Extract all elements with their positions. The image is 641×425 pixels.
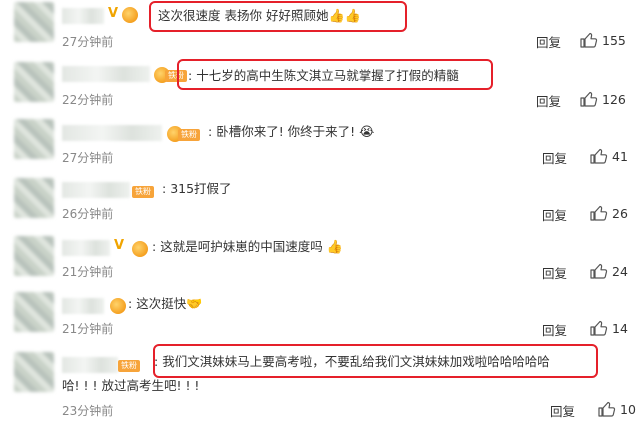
thumbs-up-icon	[598, 401, 616, 417]
handshake-emoji: 🤝	[186, 297, 203, 312]
highlight-box	[177, 59, 493, 90]
comment-text-continued: 哈! ! ! 放过高考生吧! ! !	[62, 378, 200, 393]
comment-text: : 这次挺快🤝	[128, 296, 203, 312]
fan-badge	[122, 7, 140, 23]
thumbs-up-emoji: 👍	[326, 240, 343, 255]
fan-tag: 铁粉	[132, 186, 154, 198]
like-button[interactable]: 24	[590, 263, 628, 279]
thumbs-up-icon	[590, 148, 608, 164]
timestamp: 27分钟前	[62, 151, 114, 165]
fan-badge: 铁粉	[167, 126, 209, 142]
user-name[interactable]	[62, 240, 110, 256]
like-button[interactable]: 126	[580, 91, 626, 107]
like-count: 26	[612, 206, 628, 221]
comment-item: 铁粉 : 卧槽你来了! 你终于来了! 😭 27分钟前 回复 41	[0, 115, 641, 169]
thumbs-up-icon	[580, 91, 598, 107]
reply-button[interactable]: 回复	[542, 148, 567, 167]
timestamp: 21分钟前	[62, 265, 114, 279]
like-count: 126	[602, 92, 626, 107]
reply-button[interactable]: 回复	[542, 320, 567, 339]
avatar[interactable]	[14, 352, 54, 392]
user-name[interactable]	[62, 125, 162, 141]
thumbs-up-icon	[580, 32, 598, 48]
like-count: 24	[612, 264, 628, 279]
reply-button[interactable]: 回复	[536, 91, 561, 110]
like-button[interactable]: 26	[590, 205, 628, 221]
reply-button[interactable]: 回复	[536, 32, 561, 51]
fan-tag: 铁粉	[178, 129, 200, 141]
timestamp: 21分钟前	[62, 322, 114, 336]
avatar[interactable]	[14, 2, 54, 42]
comment-item: 铁粉 : 315打假了 26分钟前 回复 26	[0, 172, 641, 226]
like-count: 10	[620, 402, 636, 417]
comment-item: V : 这就是呵护妹崽的中国速度吗 👍 21分钟前 回复 24	[0, 230, 641, 284]
comment-text: : 卧槽你来了! 你终于来了! 😭	[208, 124, 375, 140]
user-name[interactable]	[62, 298, 104, 314]
avatar[interactable]	[14, 119, 54, 159]
like-count: 41	[612, 149, 628, 164]
user-name[interactable]	[62, 8, 104, 24]
timestamp: 22分钟前	[62, 93, 114, 107]
comment-item: 铁粉 : 我们文淇妹妹马上要高考啦，不要乱给我们文淇妹妹加戏啦哈哈哈哈哈 哈! …	[0, 344, 641, 425]
thumbs-up-icon	[590, 320, 608, 336]
user-name[interactable]	[62, 357, 118, 373]
highlight-box	[149, 1, 407, 32]
like-button[interactable]: 14	[590, 320, 628, 336]
reply-button[interactable]: 回复	[542, 263, 567, 282]
like-count: 14	[612, 321, 628, 336]
user-name[interactable]	[62, 66, 150, 82]
reply-button[interactable]: 回复	[542, 205, 567, 224]
comment-item: V 这次很速度 表扬你 好好照顾她👍👍 27分钟前 回复 155	[0, 0, 641, 54]
verified-icon: V	[108, 6, 119, 21]
fan-badge	[110, 298, 128, 314]
like-button[interactable]: 41	[590, 148, 628, 164]
avatar[interactable]	[14, 178, 54, 218]
comment-text: : 这就是呵护妹崽的中国速度吗 👍	[152, 239, 343, 255]
like-button[interactable]: 10	[598, 401, 636, 417]
highlight-box	[153, 344, 598, 378]
verified-icon: V	[114, 238, 125, 253]
avatar[interactable]	[14, 62, 54, 102]
comment-text: : 315打假了	[162, 181, 232, 196]
avatar[interactable]	[14, 292, 54, 332]
comment-item: 铁粉 : 十七岁的高中生陈文淇立马就掌握了打假的精髓 22分钟前 回复 126	[0, 56, 641, 110]
timestamp: 23分钟前	[62, 404, 114, 418]
timestamp: 27分钟前	[62, 35, 114, 49]
user-name[interactable]	[62, 182, 130, 198]
like-button[interactable]: 155	[580, 32, 626, 48]
thumbs-up-icon	[590, 205, 608, 221]
timestamp: 26分钟前	[62, 207, 114, 221]
like-count: 155	[602, 33, 626, 48]
reply-button[interactable]: 回复	[550, 401, 575, 420]
fan-tag: 铁粉	[118, 360, 140, 372]
fan-badge	[132, 241, 150, 257]
thumbs-up-icon	[590, 263, 608, 279]
crying-emoji: 😭	[359, 125, 375, 140]
avatar[interactable]	[14, 236, 54, 276]
comment-item: : 这次挺快🤝 21分钟前 回复 14	[0, 288, 641, 342]
